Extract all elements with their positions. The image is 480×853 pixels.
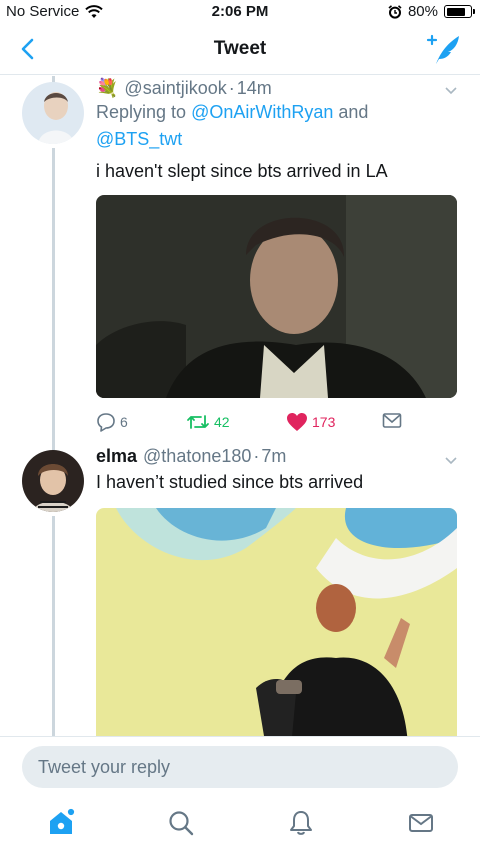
alarm-icon — [388, 4, 402, 19]
mention-link[interactable]: @OnAirWithRyan — [191, 102, 333, 122]
reply-icon — [97, 413, 115, 432]
status-bar: No Service 2:06 PM 80% — [0, 0, 480, 24]
mention-link[interactable]: @BTS_twt — [96, 129, 182, 149]
dot-separator: · — [228, 78, 235, 98]
reply-composer: Tweet your reply — [0, 736, 480, 796]
gif-frame — [96, 195, 457, 398]
tweet-1[interactable]: 💐 @saintjikook · 14m Replying to @OnAirWit… — [96, 78, 458, 184]
tweet-name[interactable]: elma — [96, 446, 137, 467]
battery-percent: 80% — [407, 3, 438, 20]
tweet-header: elma @thatone180 · 7m — [96, 446, 458, 467]
tweet-media-image[interactable] — [96, 195, 457, 398]
tweet-media-image[interactable] — [96, 508, 457, 736]
chevron-down-icon[interactable] — [444, 84, 458, 98]
battery-level — [446, 7, 465, 16]
thread-connector — [52, 516, 55, 736]
tweet-handle[interactable]: @thatone180 — [143, 446, 251, 467]
home-icon[interactable] — [46, 808, 76, 838]
messages-envelope-icon[interactable] — [406, 808, 436, 838]
replying-to: Replying to @OnAirWithRyan and @BTS_twt — [96, 99, 458, 153]
tweet-time: 7m — [261, 446, 287, 466]
avatar-image — [22, 450, 84, 512]
like-button[interactable]: 173 — [286, 412, 335, 432]
dot-separator: · — [253, 446, 260, 466]
heart-icon — [287, 413, 307, 431]
compose-tweet-icon[interactable] — [426, 32, 462, 66]
reply-button[interactable]: 6 — [96, 412, 128, 432]
share-button[interactable] — [382, 412, 402, 430]
retweet-icon — [187, 415, 209, 429]
tweet-header: 💐 @saintjikook · 14m — [96, 78, 458, 99]
retweet-button[interactable]: 42 — [186, 412, 230, 432]
like-count: 173 — [312, 414, 336, 430]
retweet-count: 42 — [214, 414, 230, 430]
envelope-icon — [382, 413, 402, 428]
tweet-2[interactable]: elma @thatone180 · 7m I haven’t studied si… — [96, 446, 458, 495]
avatar[interactable] — [22, 450, 84, 512]
tab-bar — [0, 796, 480, 853]
search-icon[interactable] — [166, 808, 196, 838]
tweet-text: i haven't slept since bts arrived in LA — [96, 161, 388, 181]
thread-connector — [52, 148, 55, 478]
tweet-handle[interactable]: @saintjikook — [124, 78, 226, 99]
avatar[interactable] — [22, 82, 84, 144]
gif-frame — [96, 508, 457, 736]
nav-header: Tweet — [0, 24, 480, 75]
tweet-text: I haven’t studied since bts arrived — [96, 472, 364, 492]
replying-prefix: Replying to — [96, 102, 192, 122]
notifications-bell-icon[interactable] — [286, 808, 316, 838]
battery-icon — [444, 5, 475, 18]
avatar-image — [22, 82, 84, 144]
tweet-actions: 6 42 173 — [96, 412, 416, 436]
name-emoji: 💐 — [96, 78, 119, 98]
chevron-down-icon[interactable] — [444, 454, 458, 468]
conversation-thread[interactable]: 💐 @saintjikook · 14m Replying to @OnAirWit… — [0, 76, 480, 736]
tweet-time: 14m — [236, 78, 272, 98]
reply-input[interactable]: Tweet your reply — [22, 746, 458, 788]
page-title: Tweet — [213, 38, 267, 59]
status-right: 80% — [388, 3, 475, 20]
replying-and: and — [333, 102, 369, 122]
reply-count: 6 — [120, 414, 128, 430]
